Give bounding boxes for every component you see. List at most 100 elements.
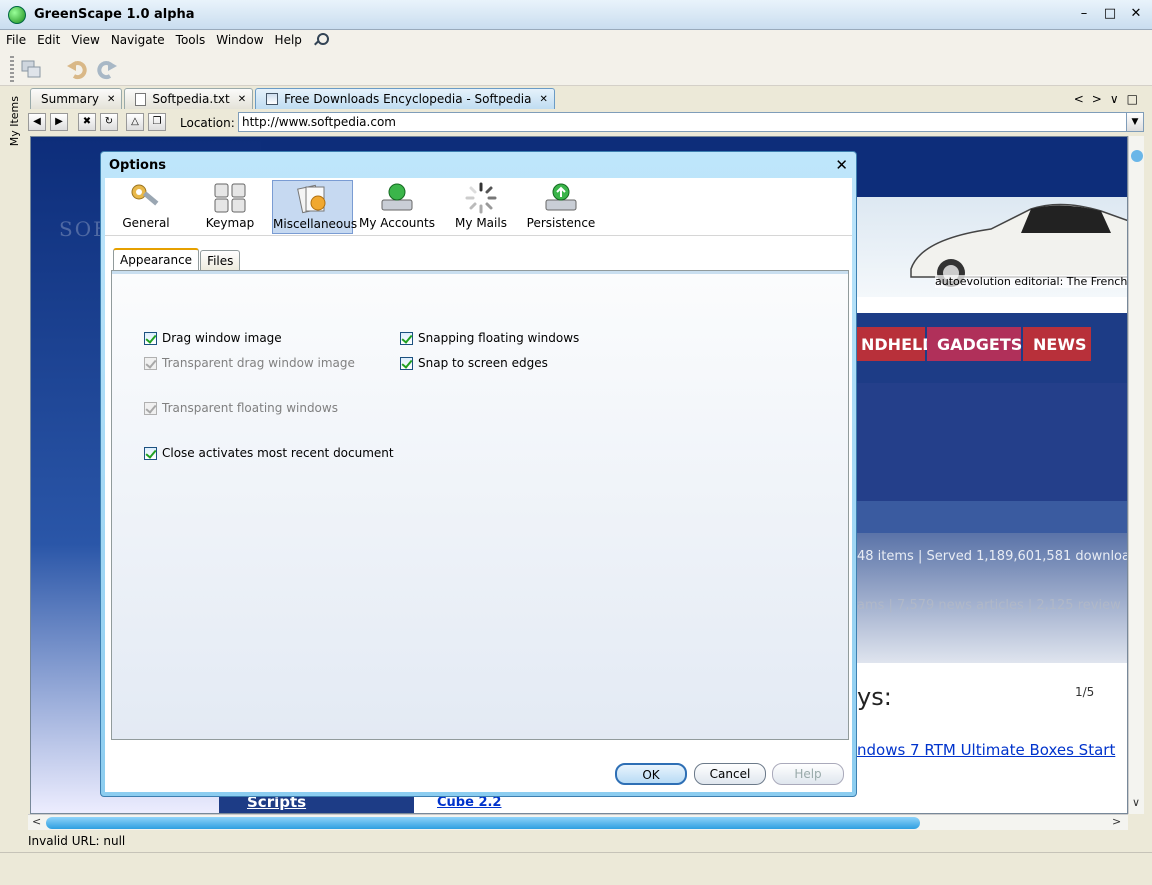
minimize-button[interactable]: – [1076, 6, 1092, 22]
stats-line-2: ams | 7,579 news articles | 2,125 review [857, 598, 1121, 613]
menu-help[interactable]: Help [275, 33, 302, 47]
location-dropdown-button[interactable]: ▼ [1126, 112, 1144, 132]
option-snap-to-screen-edges[interactable]: Snap to screen edges [400, 356, 548, 370]
section-heading: ys: [857, 683, 892, 711]
tab-softpedia-page[interactable]: Free Downloads Encyclopedia - Softpedia … [255, 88, 555, 109]
maximize-button[interactable]: □ [1102, 6, 1118, 22]
nav-tab-news[interactable]: NEWS [1023, 327, 1091, 361]
category-bar: General Keymap Miscellaneous My Accounts… [105, 178, 852, 236]
tab-label: Summary [41, 92, 99, 106]
windows-icon[interactable] [20, 58, 42, 80]
checkbox[interactable] [400, 331, 413, 345]
dialog-close-icon[interactable]: ✕ [835, 156, 848, 174]
menu-window[interactable]: Window [216, 33, 263, 47]
checkbox[interactable] [144, 356, 157, 370]
dialog-title: Options [109, 158, 166, 173]
option-label: Snap to screen edges [418, 356, 548, 370]
option-transparent-floating-windows[interactable]: Transparent floating windows [144, 401, 338, 415]
menu-bar: File Edit View Navigate Tools Window Hel… [0, 30, 1152, 50]
checkbox[interactable] [144, 446, 157, 460]
news-link[interactable]: ndows 7 RTM Ultimate Boxes Start [857, 741, 1115, 759]
option-snapping-floating-windows[interactable]: Snapping floating windows [400, 331, 579, 345]
forward-button[interactable]: ▶ [50, 113, 68, 131]
option-close-activates-recent[interactable]: Close activates most recent document [144, 446, 394, 460]
close-window-button[interactable]: ✕ [1128, 6, 1144, 22]
menu-navigate[interactable]: Navigate [111, 33, 165, 47]
persistence-drive-icon [545, 183, 577, 211]
help-button[interactable]: Help [772, 763, 844, 785]
ok-button[interactable]: OK [615, 763, 687, 785]
checkbox[interactable] [400, 356, 413, 370]
home-button[interactable]: △ [126, 113, 144, 131]
scroll-left-icon[interactable]: < [32, 815, 41, 828]
option-label: Drag window image [162, 331, 282, 345]
cube-link[interactable]: Cube 2.2 [437, 795, 501, 810]
tab-appearance[interactable]: Appearance [113, 248, 200, 270]
menu-edit[interactable]: Edit [37, 33, 60, 47]
tab-files[interactable]: Files [200, 250, 241, 270]
status-divider [0, 852, 1152, 853]
option-label: Snapping floating windows [418, 331, 580, 345]
category-general[interactable]: General [119, 180, 173, 234]
close-icon[interactable]: ✕ [107, 94, 115, 105]
tab-label: Free Downloads Encyclopedia - Softpedia [284, 92, 532, 106]
checkbox[interactable] [144, 331, 157, 345]
main-toolbar [0, 50, 1152, 86]
location-label: Location: [180, 116, 235, 130]
window-title: GreenScape 1.0 alpha [34, 7, 195, 22]
undo-icon[interactable] [66, 58, 88, 80]
redo-icon[interactable] [96, 58, 118, 80]
back-button[interactable]: ◀ [28, 113, 46, 131]
chevron-down-icon[interactable]: ∨ [1110, 92, 1119, 106]
chevron-left-icon[interactable]: < [1074, 92, 1084, 106]
appearance-panel: Drag window image Transparent drag windo… [111, 270, 849, 740]
side-strip [0, 86, 28, 846]
option-drag-window-image[interactable]: Drag window image [144, 331, 282, 345]
category-persistence[interactable]: Persistence [525, 180, 597, 234]
tab-label: Softpedia.txt [152, 92, 230, 106]
refresh-button[interactable]: ↻ [100, 113, 118, 131]
car-caption[interactable]: autoevolution editorial: The French Con [935, 275, 1127, 288]
option-label: Close activates most recent document [162, 446, 394, 460]
cancel-button[interactable]: Cancel [694, 763, 766, 785]
misc-cards-icon [296, 184, 325, 214]
app-icon [8, 5, 26, 24]
stop-button[interactable]: ✖ [78, 113, 96, 131]
close-icon[interactable]: ✕ [540, 94, 548, 105]
maximize-pane-icon[interactable]: □ [1127, 92, 1138, 106]
web-page-icon [266, 93, 279, 105]
nav-tab-gadgets[interactable]: GADGETS [927, 327, 1022, 361]
close-icon[interactable]: ✕ [238, 94, 246, 105]
vertical-scroll-thumb[interactable] [1131, 150, 1143, 162]
my-items-label[interactable]: My Items [8, 96, 21, 146]
category-my-accounts[interactable]: My Accounts [357, 180, 437, 234]
options-subtabs: Appearance Files [113, 248, 241, 270]
tab-softpedia-txt[interactable]: Softpedia.txt ✕ [124, 88, 254, 109]
copy-button[interactable]: ❐ [148, 113, 166, 131]
page-counter: 1/5 [1075, 685, 1095, 699]
menu-view[interactable]: View [71, 33, 99, 47]
chevron-right-icon[interactable]: > [1092, 92, 1102, 106]
toolbar-grip[interactable] [10, 56, 14, 82]
checkbox[interactable] [144, 401, 157, 415]
vertical-scrollbar[interactable]: ∨ [1128, 136, 1144, 814]
scroll-down-icon[interactable]: ∨ [1132, 796, 1140, 809]
horizontal-scrollbar[interactable]: < > [28, 814, 1128, 830]
category-my-mails[interactable]: My Mails [449, 180, 513, 234]
keyboard-icon [214, 183, 246, 213]
menu-file[interactable]: File [6, 33, 26, 47]
horizontal-scroll-thumb[interactable] [46, 817, 920, 829]
category-miscellaneous[interactable]: Miscellaneous [272, 180, 357, 234]
location-input[interactable] [238, 112, 1128, 132]
search-icon[interactable] [313, 33, 329, 47]
accounts-drive-icon [381, 183, 413, 211]
option-transparent-drag-window-image[interactable]: Transparent drag window image [144, 356, 355, 370]
scroll-right-icon[interactable]: > [1112, 815, 1121, 828]
title-bar: GreenScape 1.0 alpha – □ ✕ [0, 0, 1152, 30]
category-keymap[interactable]: Keymap [201, 180, 259, 234]
nav-tab-handheld[interactable]: NDHELD [851, 327, 935, 361]
wrench-gear-icon [131, 184, 159, 206]
tab-summary[interactable]: Summary ✕ [30, 88, 123, 109]
menu-tools[interactable]: Tools [176, 33, 206, 47]
stats-line-1: 48 items | Served 1,189,601,581 downloa [857, 549, 1128, 564]
